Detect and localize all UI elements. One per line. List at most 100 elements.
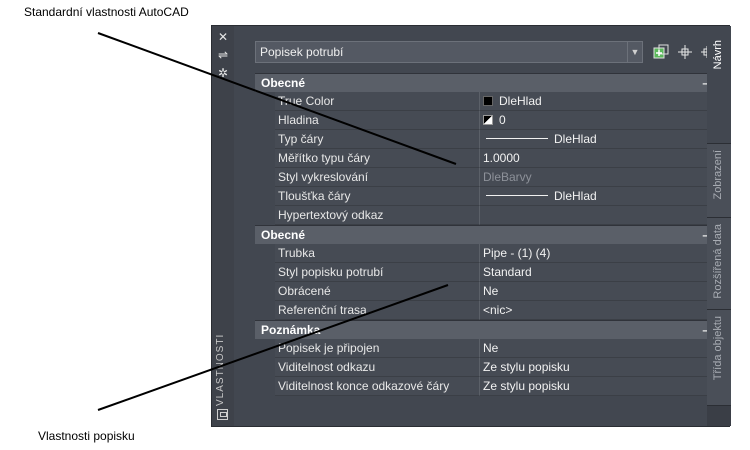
property-name: Hypertextový odkaz: [275, 206, 480, 225]
property-name: True Color: [275, 92, 480, 111]
property-name: Typ čáry: [275, 130, 480, 149]
property-row[interactable]: Referenční trasa <nic>: [255, 301, 717, 320]
property-value-text: DleBarvy: [483, 170, 532, 184]
row-indent: [255, 149, 275, 168]
properties-palette: ✕ ⇌ ✲ VLASTNOSTI Popisek potrubí ▼ Obecn…: [211, 25, 731, 427]
line-sample-icon: [486, 195, 548, 196]
chevron-down-icon[interactable]: ▼: [627, 42, 642, 62]
property-name: Obrácené: [275, 282, 480, 301]
tab-object-class[interactable]: Třída objektu: [707, 310, 731, 406]
toolbar: Popisek potrubí ▼: [255, 41, 717, 63]
palette-title-strip[interactable]: ✕ ⇌ ✲ VLASTNOSTI: [212, 26, 235, 426]
layer-icon: [483, 115, 493, 125]
property-value-text: DleHlad: [554, 132, 597, 146]
row-indent: [255, 377, 275, 396]
row-indent: [255, 206, 275, 225]
property-value-text: DleHlad: [499, 94, 542, 108]
property-row[interactable]: Styl vykreslování DleBarvy: [255, 168, 717, 187]
select-objects-icon[interactable]: [677, 44, 693, 60]
quick-select-icon[interactable]: [653, 44, 669, 60]
property-row[interactable]: Obrácené Ne: [255, 282, 717, 301]
property-name: Styl popisku potrubí: [275, 263, 480, 282]
section-header[interactable]: Poznámka –: [255, 320, 717, 339]
palette-tabs: Návrh Zobrazení Rozšířená data Třída obj…: [707, 26, 731, 426]
tab-extended-data[interactable]: Rozšířená data: [707, 218, 731, 310]
property-grid: Obecné – True Color DleHlad Hladina 0 Typ čáry…: [255, 73, 717, 396]
callout-label-properties: Vlastnosti popisku: [38, 429, 135, 443]
row-indent: [255, 263, 275, 282]
callout-standard-properties: Standardní vlastnosti AutoCAD: [24, 5, 189, 19]
property-row[interactable]: Typ čáry DleHlad: [255, 130, 717, 149]
property-row[interactable]: Viditelnost odkazu Ze stylu popisku: [255, 358, 717, 377]
property-value[interactable]: Pipe - (1) (4): [480, 244, 717, 263]
property-row[interactable]: Popisek je připojen Ne: [255, 339, 717, 358]
color-swatch-icon: [483, 96, 493, 106]
row-indent: [255, 168, 275, 187]
property-value[interactable]: Ne: [480, 339, 717, 358]
property-value[interactable]: Ne: [480, 282, 717, 301]
line-sample-icon: [486, 138, 548, 139]
section-title: Obecné: [261, 76, 306, 90]
section-title: Poznámka: [261, 323, 321, 337]
property-value-text: Ze stylu popisku: [483, 360, 570, 374]
property-name: Viditelnost odkazu: [275, 358, 480, 377]
property-row[interactable]: True Color DleHlad: [255, 92, 717, 111]
property-row[interactable]: Hladina 0: [255, 111, 717, 130]
property-row[interactable]: Styl popisku potrubí Standard: [255, 263, 717, 282]
property-name: Hladina: [275, 111, 480, 130]
section-title: Obecné: [261, 228, 306, 242]
selector-value: Popisek potrubí: [260, 45, 344, 59]
tab-display[interactable]: Zobrazení: [707, 144, 731, 218]
row-indent: [255, 339, 275, 358]
property-value-text: 1.0000: [483, 151, 520, 165]
property-row[interactable]: Trubka Pipe - (1) (4): [255, 244, 717, 263]
property-value-text: Ne: [483, 341, 499, 355]
settings-icon[interactable]: ✲: [216, 66, 230, 80]
property-value[interactable]: 1.0000: [480, 149, 717, 168]
property-row[interactable]: Hypertextový odkaz: [255, 206, 717, 225]
palette-content: Popisek potrubí ▼ Obecné – True Color DleHl…: [234, 26, 717, 426]
property-value[interactable]: Standard: [480, 263, 717, 282]
property-row[interactable]: Viditelnost konce odkazové čáry Ze stylu …: [255, 377, 717, 396]
property-value-text: DleHlad: [554, 189, 597, 203]
row-indent: [255, 187, 275, 206]
property-value-text: Pipe - (1) (4): [483, 246, 551, 260]
palette-title: VLASTNOSTI: [215, 333, 226, 406]
property-value[interactable]: DleHlad: [480, 92, 717, 111]
property-name: Popisek je připojen: [275, 339, 480, 358]
property-name: Referenční trasa: [275, 301, 480, 320]
palette-menu-icon[interactable]: [217, 409, 228, 420]
row-indent: [255, 358, 275, 377]
autohide-icon[interactable]: ⇌: [216, 48, 230, 62]
property-value[interactable]: 0: [480, 111, 717, 130]
property-value[interactable]: Ze stylu popisku: [480, 377, 717, 396]
property-name: Měřítko typu čáry: [275, 149, 480, 168]
property-value[interactable]: Ze stylu popisku: [480, 358, 717, 377]
property-name: Viditelnost konce odkazové čáry: [275, 377, 480, 396]
property-row[interactable]: Měřítko typu čáry 1.0000: [255, 149, 717, 168]
row-indent: [255, 92, 275, 111]
property-value-text: Ze stylu popisku: [483, 379, 570, 393]
property-row[interactable]: Tloušťka čáry DleHlad: [255, 187, 717, 206]
property-value-text: Standard: [483, 265, 532, 279]
row-indent: [255, 301, 275, 320]
property-value[interactable]: DleHlad: [480, 130, 717, 149]
row-indent: [255, 130, 275, 149]
property-value[interactable]: DleBarvy: [480, 168, 717, 187]
row-indent: [255, 244, 275, 263]
property-value-text: Ne: [483, 284, 499, 298]
property-value-text: 0: [499, 113, 506, 127]
property-value[interactable]: DleHlad: [480, 187, 717, 206]
property-value[interactable]: <nic>: [480, 301, 717, 320]
property-name: Styl vykreslování: [275, 168, 480, 187]
object-type-selector[interactable]: Popisek potrubí ▼: [255, 41, 643, 63]
section-header[interactable]: Obecné –: [255, 73, 717, 92]
property-name: Trubka: [275, 244, 480, 263]
tab-design[interactable]: Návrh: [707, 26, 731, 144]
property-name: Tloušťka čáry: [275, 187, 480, 206]
property-value-text: <nic>: [483, 303, 513, 317]
row-indent: [255, 111, 275, 130]
property-value[interactable]: [480, 206, 717, 225]
close-icon[interactable]: ✕: [216, 30, 230, 44]
section-header[interactable]: Obecné –: [255, 225, 717, 244]
